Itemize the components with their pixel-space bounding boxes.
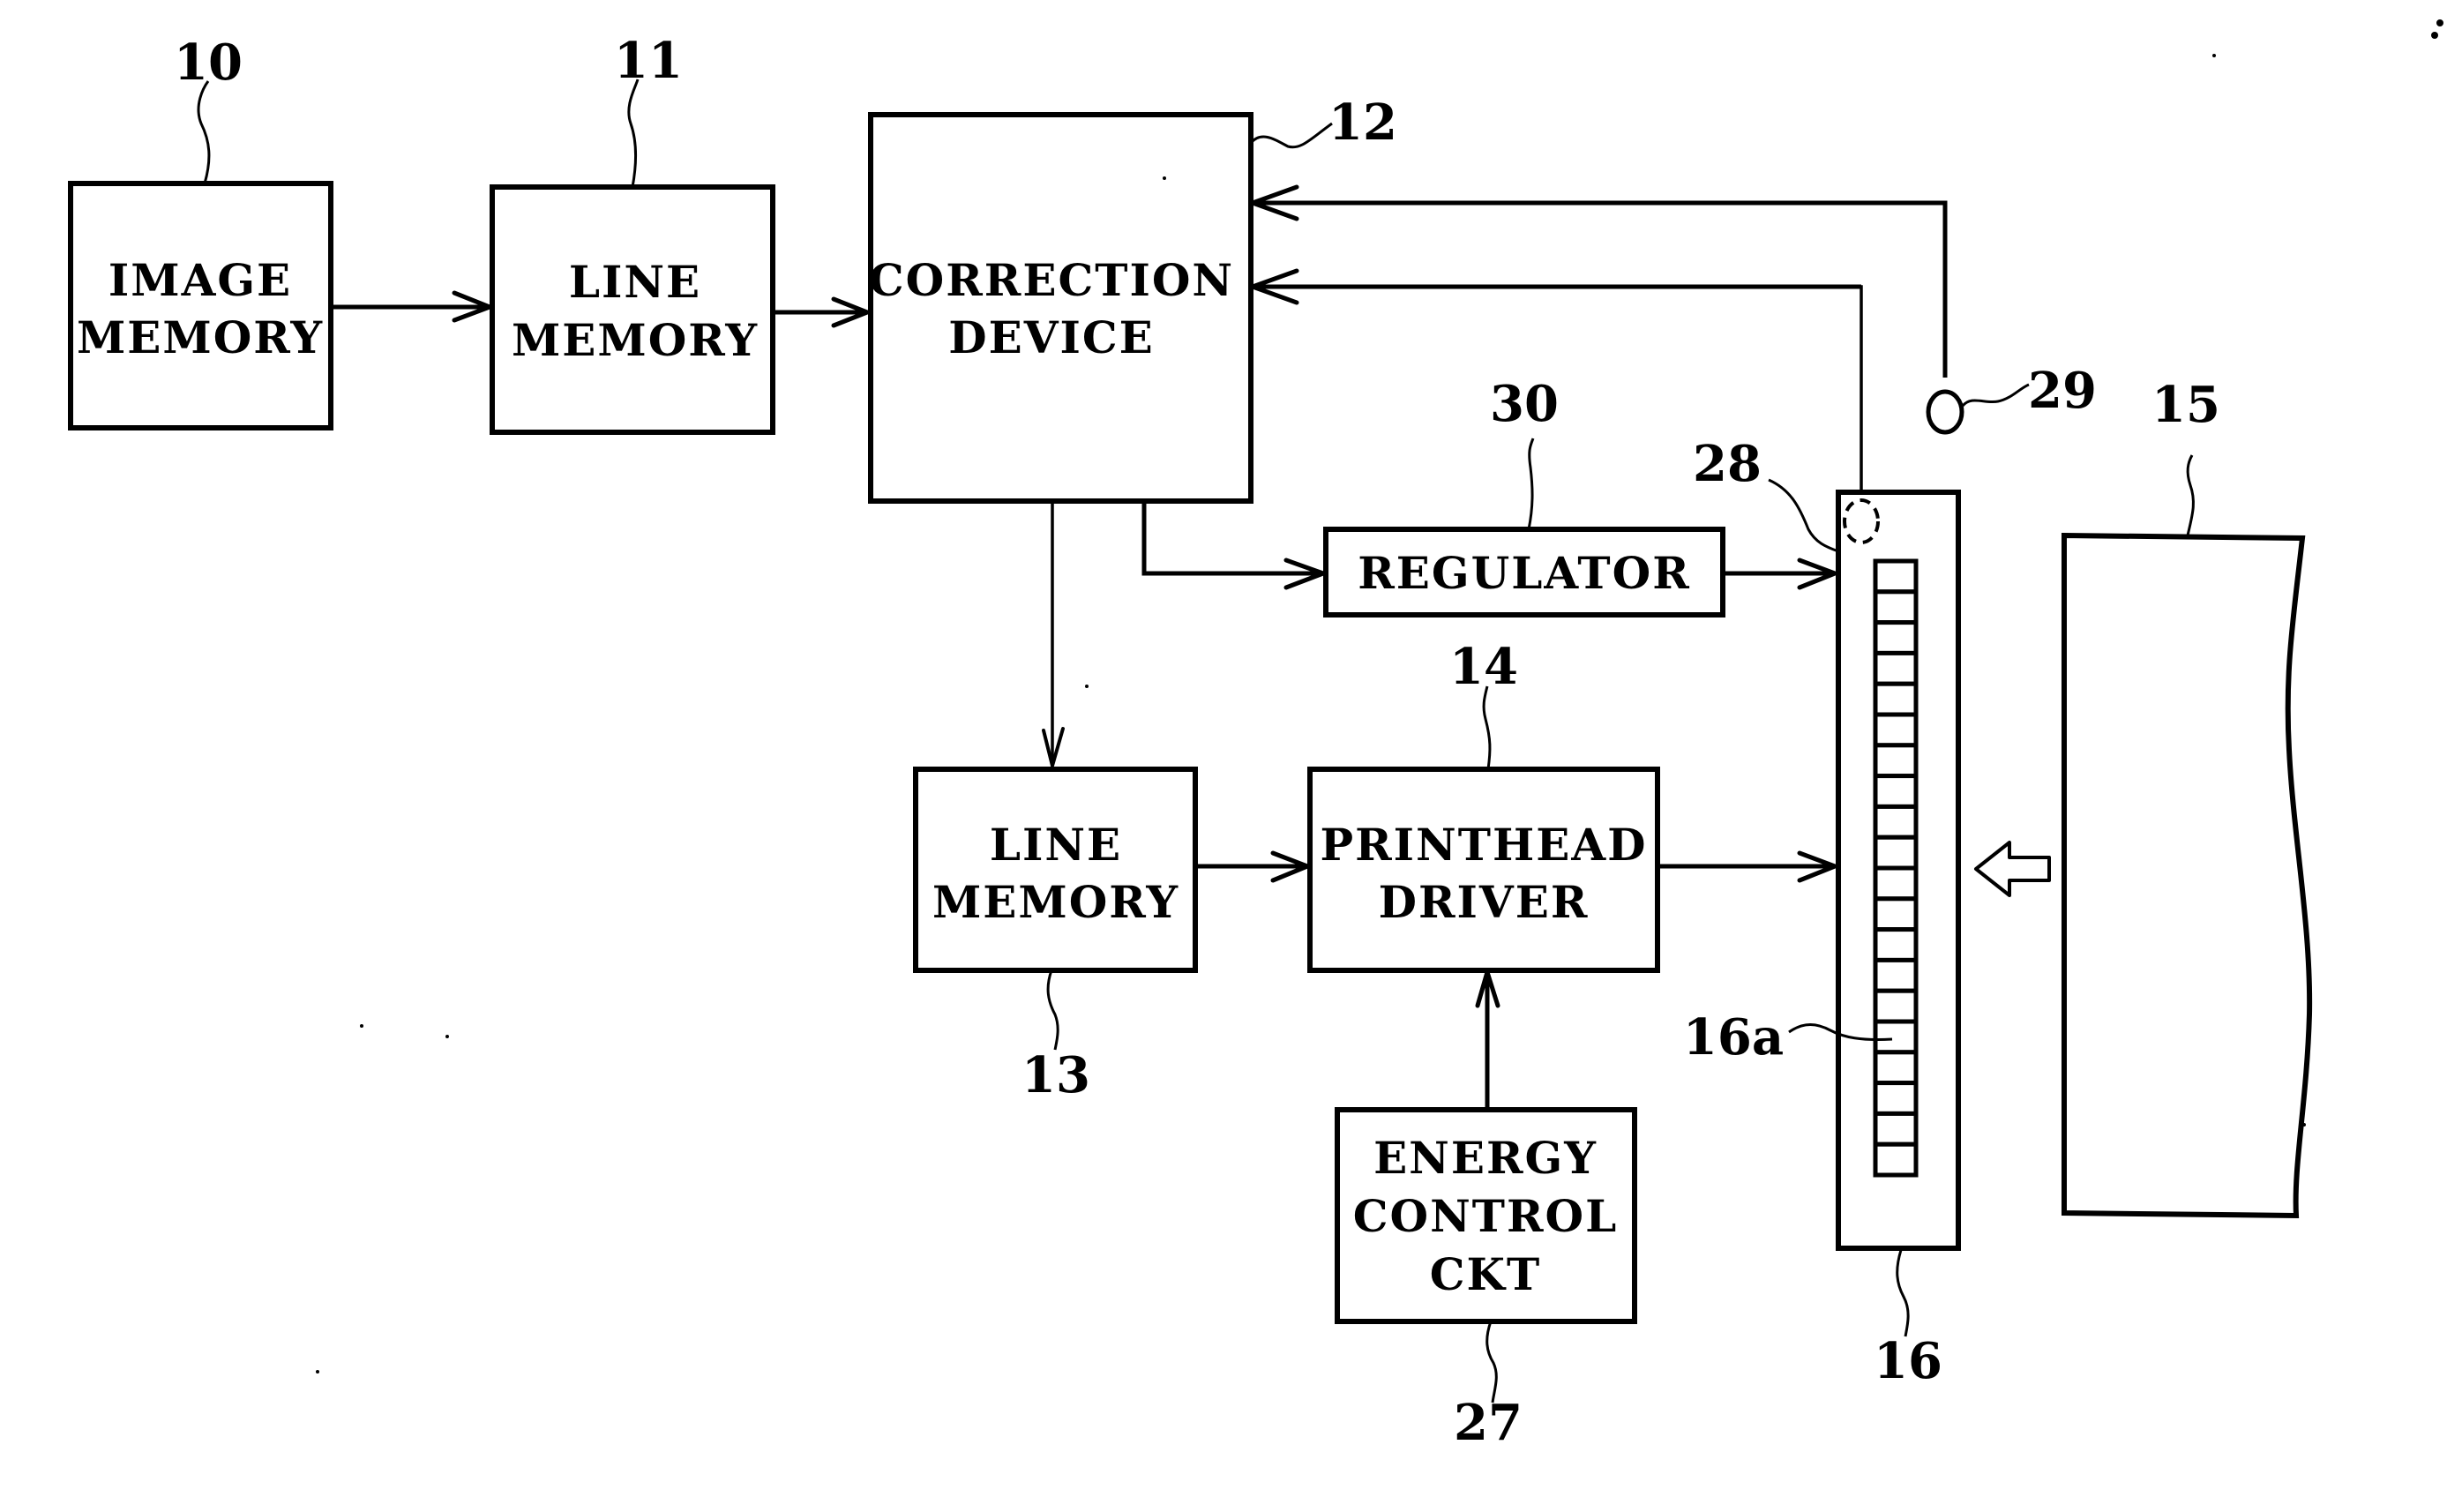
heating-element (1873, 927, 1919, 962)
ref-14-label: 14 (1449, 638, 1518, 696)
ref-13-label: 13 (1021, 1046, 1090, 1104)
heating-element (1873, 988, 1919, 1024)
heating-element (1873, 712, 1919, 748)
heating-element (1873, 1050, 1919, 1086)
correction-device-block: CORRECTION DEVICE (868, 112, 1253, 504)
printhead-driver-block: PRINTHEAD DRIVER (1307, 767, 1660, 973)
heating-element (1873, 589, 1919, 625)
ref-15-leader (2186, 454, 2195, 536)
ref-30-leader (1527, 438, 1535, 530)
ref-29-label: 29 (2028, 362, 2097, 420)
scan-speck (2436, 19, 2443, 26)
line-memory-input-block: LINE MEMORY (490, 184, 775, 435)
heating-element (1873, 896, 1919, 932)
ref-11-label: 11 (614, 32, 683, 90)
scan-speck (2431, 32, 2438, 39)
ref-14-leader (1482, 685, 1492, 770)
printhead-driver-label-line2: DRIVER (1379, 876, 1590, 928)
block-diagram: IMAGE MEMORY 10 LINE MEMORY 11 CORRECTIO… (68, 19, 2443, 1452)
energy-control-label-line2: CONTROL (1353, 1190, 1619, 1242)
heating-element (1873, 1111, 1919, 1147)
ref-27-leader (1485, 1321, 1498, 1403)
ambient-temp-sensor-icon (1926, 389, 1964, 435)
scan-speck (2212, 54, 2216, 57)
printhead-driver-label-line1: PRINTHEAD (1321, 819, 1648, 871)
regulator-block: REGULATOR (1323, 527, 1725, 618)
thermal-printhead (1836, 490, 1961, 1251)
heating-element (1873, 620, 1919, 655)
ref-28-label: 28 (1693, 435, 1762, 493)
energy-control-label-line3: CKT (1430, 1248, 1541, 1300)
scan-speck (316, 1370, 319, 1374)
ref-15-label: 15 (2151, 376, 2220, 434)
scan-speck (1085, 685, 1089, 688)
heating-element (1873, 865, 1919, 902)
heating-element (1873, 804, 1919, 840)
energy-control-block: ENERGY CONTROL CKT (1335, 1107, 1637, 1324)
heating-element (1873, 743, 1919, 779)
ref-10-leader (197, 80, 211, 184)
ref-16-leader (1896, 1249, 1910, 1337)
ref-30-label: 30 (1490, 375, 1559, 433)
ref-16-label: 16 (1874, 1332, 1942, 1390)
heating-element (1873, 1019, 1919, 1055)
ref-10-label: 10 (174, 34, 243, 92)
line-memory-output-block: LINE MEMORY (913, 767, 1198, 973)
ref-12-leader (1249, 122, 1333, 149)
ref-12-label: 12 (1328, 94, 1397, 152)
heating-element (1873, 681, 1919, 717)
correction-device-label-line2: DEVICE (948, 311, 1155, 363)
image-memory-label-line1: IMAGE (109, 254, 292, 306)
heating-element-array (1873, 558, 1919, 1178)
heating-element (1873, 957, 1919, 993)
correction-device-label-line1: CORRECTION (869, 254, 1234, 306)
scan-speck (445, 1035, 449, 1038)
ref-13-leader (1046, 969, 1059, 1051)
line-memory-input-label-line2: MEMORY (512, 314, 759, 366)
heating-element (1873, 774, 1919, 809)
ref-11-leader (627, 79, 640, 188)
image-memory-label-line2: MEMORY (77, 311, 324, 363)
heating-element (1873, 1081, 1919, 1116)
recording-paper (2062, 532, 2313, 1219)
ref-28-leader (1768, 478, 1839, 553)
ref-27-label: 27 (1454, 1394, 1523, 1452)
scan-speck (2302, 1123, 2306, 1127)
ref-29-leader (1961, 383, 2030, 408)
scan-speck (1163, 176, 1166, 180)
heating-element (1873, 558, 1919, 595)
paper-feed-direction-arrow-icon (1974, 841, 2051, 897)
regulator-label: REGULATOR (1358, 547, 1691, 599)
heating-element (1873, 1141, 1919, 1178)
image-memory-block: IMAGE MEMORY (68, 181, 333, 430)
heating-element (1873, 835, 1919, 871)
heating-element (1873, 650, 1919, 686)
wire-ambient-sensor-to-correction (1253, 200, 1948, 378)
energy-control-label-line1: ENERGY (1373, 1132, 1598, 1184)
line-memory-input-label-line1: LINE (569, 256, 701, 308)
line-memory-output-label-line2: MEMORY (932, 876, 1179, 928)
ref-16a-label: 16a (1683, 1008, 1784, 1067)
scan-speck (360, 1024, 363, 1028)
line-memory-output-label-line1: LINE (990, 819, 1122, 871)
